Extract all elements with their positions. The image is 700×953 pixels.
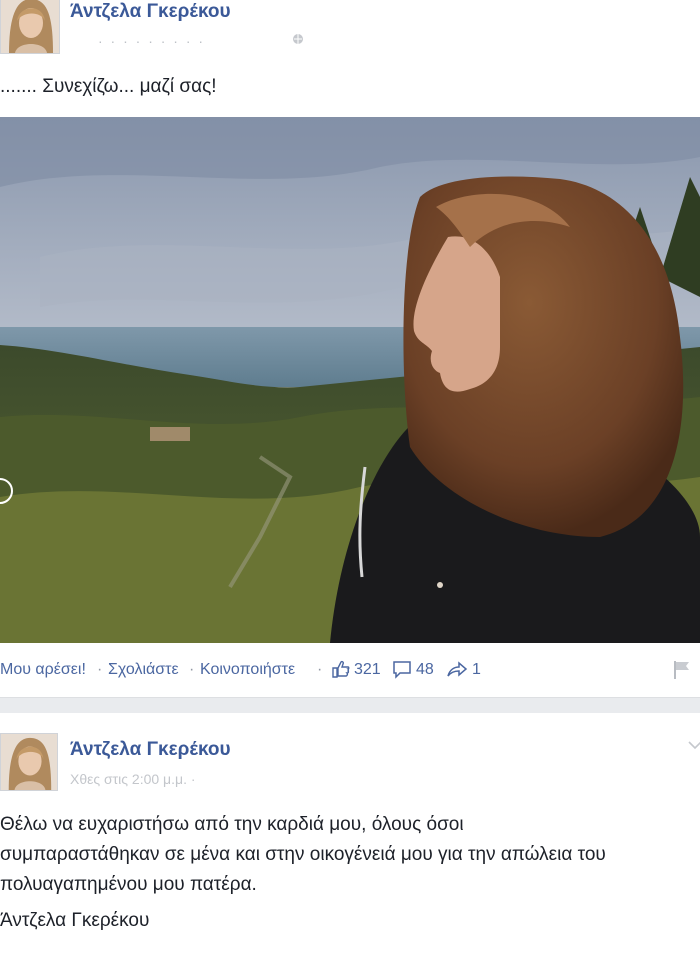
globe-icon [292,32,304,50]
avatar-photo [1,0,59,53]
post-card: Άντζελα Γκερέκου · · · · · · · · · .....… [0,0,700,698]
avatar-photo [1,734,57,790]
separator: · [317,661,323,678]
comment-icon[interactable] [392,659,412,684]
share-link[interactable]: Κοινοποιήστε [200,661,295,679]
post-actions-bar: Μου αρέσει! · Σχολιάστε · Κοινοποιήστε ·… [0,655,700,689]
author-name[interactable]: Άντζελα Γκερέκου [70,1,231,23]
share-count[interactable]: 1 [472,661,481,679]
post-text-line: Θέλω να ευχαριστήσω από την καρδιά μου, … [0,814,464,835]
flag-icon[interactable] [672,659,692,686]
post-text: ....... Συνεχίζω... μαζί σας! [0,76,217,97]
author-avatar[interactable] [0,0,60,54]
post-photo[interactable] [0,117,700,643]
author-avatar[interactable] [0,733,58,791]
like-count[interactable]: 321 [354,661,381,679]
post-card: Άντζελα Γκερέκου Χθες στις 2:00 μ.μ. · Θ… [0,713,700,953]
like-link[interactable]: Μου αρέσει! [0,661,86,679]
separator: · [189,661,195,678]
chevron-down-icon[interactable] [688,737,700,755]
post-signature: Άντζελα Γκερέκου [0,910,150,931]
comment-link[interactable]: Σχολιάστε [108,661,179,679]
post-timestamp[interactable]: · · · · · · · · · [98,33,205,49]
post-text-line: συμπαραστάθηκαν σε μένα και στην οικογέν… [0,844,606,865]
author-name[interactable]: Άντζελα Γκερέκου [70,739,231,761]
separator: · [97,661,103,678]
post-text-line: πολυαγαπημένου μου πατέρα. [0,874,257,895]
comment-count[interactable]: 48 [416,661,434,679]
post-timestamp[interactable]: Χθες στις 2:00 μ.μ. · [70,771,196,787]
thumbs-up-icon[interactable] [331,659,351,684]
share-icon[interactable] [446,659,468,684]
